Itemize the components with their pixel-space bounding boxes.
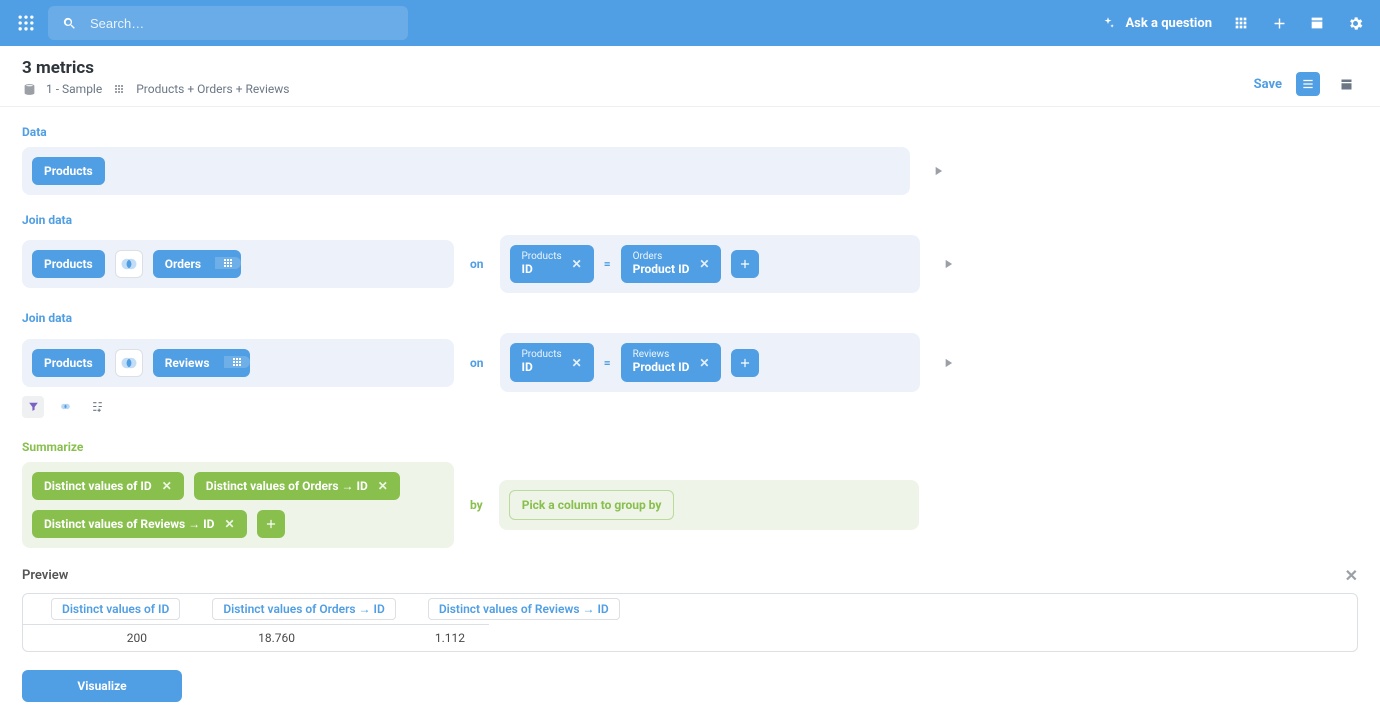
join2-right-table[interactable]: Reviews	[153, 349, 250, 377]
ask-question-label: Ask a question	[1125, 16, 1212, 31]
data-table-pill[interactable]: Products	[32, 157, 105, 185]
close-icon[interactable]: ✕	[699, 356, 709, 370]
join-step-icon[interactable]	[54, 396, 76, 418]
close-icon[interactable]: ✕	[162, 479, 172, 493]
join1-left-table[interactable]: Products	[32, 250, 105, 278]
step-actions	[22, 396, 1358, 418]
breadcrumb-tables[interactable]: Products + Orders + Reviews	[136, 82, 289, 96]
join2-columns-icon[interactable]	[224, 356, 250, 368]
join2-on-panel: Products ID ✕ = Reviews Product ID ✕	[500, 333, 920, 391]
join2-left-table[interactable]: Products	[32, 349, 105, 377]
section-label-data: Data	[22, 125, 1358, 139]
brand-logo[interactable]	[16, 13, 36, 33]
preview-col-3[interactable]: Distinct values of Reviews → ID	[428, 598, 620, 620]
preview-table: Distinct values of ID Distinct values of…	[22, 593, 1358, 652]
close-icon[interactable]: ✕	[378, 479, 388, 493]
join2-on-label: on	[470, 356, 484, 370]
preview-join1-button[interactable]	[936, 252, 960, 276]
gear-icon[interactable]	[1346, 14, 1364, 32]
preview-data-button[interactable]	[926, 159, 950, 183]
join1-columns-icon[interactable]	[215, 257, 241, 269]
editor-view-toggle[interactable]	[1296, 72, 1320, 96]
save-button[interactable]: Save	[1254, 77, 1282, 92]
join1-on-panel: Products ID ✕ = Orders Product ID ✕	[500, 235, 920, 293]
filter-step-icon[interactable]	[22, 396, 44, 418]
group-by-picker[interactable]: Pick a column to group by	[509, 490, 675, 520]
group-by-panel: Pick a column to group by	[499, 480, 919, 530]
database-icon	[22, 82, 36, 96]
section-label-summarize: Summarize	[22, 440, 1358, 454]
join2-type-icon[interactable]	[115, 349, 143, 377]
topbar: Ask a question	[0, 0, 1380, 46]
page-title: 3 metrics	[22, 58, 289, 78]
join1-type-icon[interactable]	[115, 250, 143, 278]
close-icon[interactable]: ✕	[699, 257, 709, 271]
apps-icon[interactable]	[1232, 14, 1250, 32]
preview-val-3: 1.112	[319, 624, 489, 651]
by-label: by	[470, 498, 483, 512]
visualize-button[interactable]: Visualize	[22, 670, 182, 702]
header-actions: Save	[1254, 72, 1358, 96]
collection-icon[interactable]	[1308, 14, 1326, 32]
preview-close-icon[interactable]: ✕	[1345, 566, 1358, 585]
preview-val-2: 18.760	[171, 624, 319, 651]
join1-left-panel: Products Orders	[22, 240, 454, 288]
preview-col-1[interactable]: Distinct values of ID	[51, 598, 180, 620]
join2-right-field[interactable]: Reviews Product ID ✕	[621, 343, 722, 381]
join1-right-table[interactable]: Orders	[153, 250, 241, 278]
join1-right-field[interactable]: Orders Product ID ✕	[621, 245, 722, 283]
breadcrumbs: 1 - Sample Products + Orders + Reviews	[22, 82, 289, 96]
section-label-join1: Join data	[22, 213, 1358, 227]
aggregation-1[interactable]: Distinct values of ID ✕	[32, 472, 184, 500]
add-icon[interactable]	[1270, 14, 1288, 32]
join1-add-condition[interactable]	[731, 250, 759, 278]
eq-label: =	[604, 356, 611, 370]
add-aggregation[interactable]	[257, 510, 285, 538]
close-icon[interactable]: ✕	[572, 257, 582, 271]
join1-left-field[interactable]: Products ID ✕	[510, 245, 594, 283]
join2-add-condition[interactable]	[731, 349, 759, 377]
search-box[interactable]	[48, 6, 408, 40]
custom-step-icon[interactable]	[86, 396, 108, 418]
grid-icon	[112, 82, 126, 96]
aggregation-2[interactable]: Distinct values of Orders → ID ✕	[194, 472, 400, 500]
close-icon[interactable]: ✕	[224, 517, 234, 531]
preview-col-2[interactable]: Distinct values of Orders → ID	[212, 598, 395, 620]
aggregation-3[interactable]: Distinct values of Reviews → ID ✕	[32, 510, 247, 538]
search-icon	[60, 14, 78, 32]
close-icon[interactable]: ✕	[572, 356, 582, 370]
topbar-right: Ask a question	[1099, 14, 1364, 32]
eq-label: =	[604, 257, 611, 271]
join1-on-label: on	[470, 257, 484, 271]
join2-left-field[interactable]: Products ID ✕	[510, 343, 594, 381]
search-input[interactable]	[88, 15, 396, 32]
preview-label: Preview	[22, 568, 68, 583]
page-header: 3 metrics 1 - Sample Products + Orders +…	[0, 46, 1380, 107]
join2-left-panel: Products Reviews	[22, 339, 454, 387]
sql-view-toggle[interactable]	[1334, 72, 1358, 96]
preview-val-1: 200	[23, 624, 171, 651]
preview-join2-button[interactable]	[936, 351, 960, 375]
breadcrumb-db[interactable]: 1 - Sample	[46, 82, 102, 96]
data-table-name: Products	[44, 164, 93, 178]
data-panel: Products	[22, 147, 910, 195]
preview-header: Preview ✕	[22, 566, 1358, 585]
section-label-join2: Join data	[22, 311, 1358, 325]
notebook: Data Products Join data Products Orders	[0, 107, 1380, 726]
summarize-panel: Distinct values of ID ✕ Distinct values …	[22, 462, 454, 548]
ask-question-button[interactable]: Ask a question	[1099, 14, 1212, 32]
sparkle-icon	[1099, 14, 1117, 32]
